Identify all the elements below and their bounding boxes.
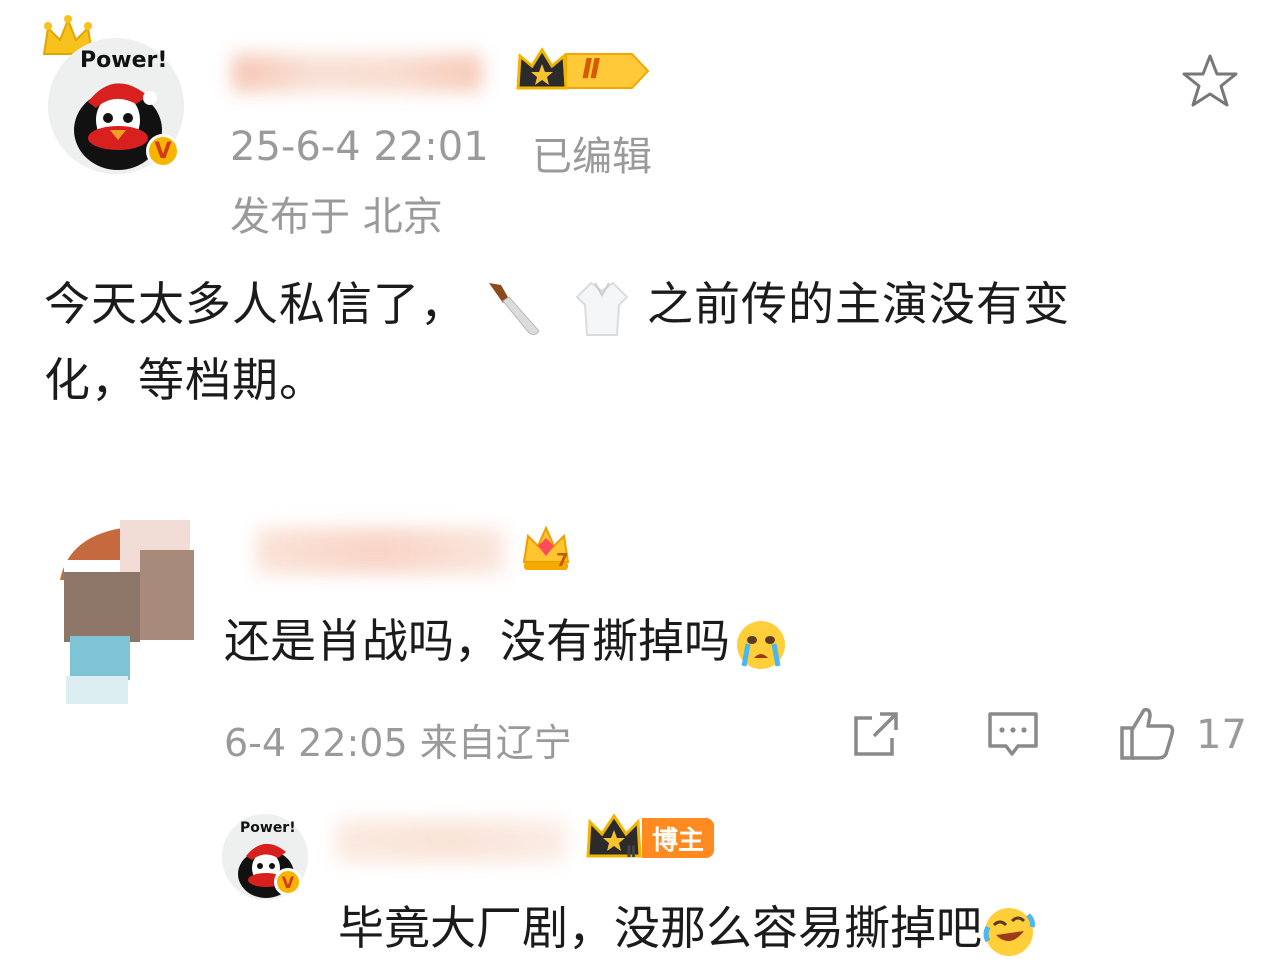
reply-comment-icon[interactable] (986, 708, 1040, 762)
reply-author-name-blurred[interactable] (336, 820, 566, 862)
reply-body: 毕竟大厂剧，没那么容易撕掉吧 (338, 892, 1036, 959)
commenter-avatar-mosaic[interactable] (30, 520, 200, 710)
vip-level-number: Ⅱ (582, 52, 601, 85)
svip-level-number: 7 (556, 550, 569, 571)
crying-face-emoji-icon (734, 618, 788, 672)
laughing-tears-emoji-icon (982, 905, 1036, 959)
reply-text: 毕竟大厂剧，没那么容易撕掉吧 (338, 901, 982, 955)
blogger-tag-badge: 博主 (642, 818, 714, 858)
comment-body: 还是肖战吗，没有撕掉吗 (224, 605, 788, 672)
reply-vip-level-number: Ⅱ (626, 842, 637, 861)
like-thumb-icon[interactable] (1118, 704, 1176, 762)
post-text-part1: 今天太多人私信了， (44, 277, 467, 331)
post-edited-label[interactable]: 已编辑 (532, 124, 652, 182)
shirt-emoji-icon (571, 277, 633, 339)
verified-v-icon: V (146, 134, 180, 168)
comment-time-location: 6-4 22:05 来自辽宁 (224, 721, 572, 765)
like-count: 17 (1196, 712, 1247, 758)
post-author-name-blurred[interactable] (232, 54, 482, 92)
reply-avatar-power-label: Power! (240, 820, 296, 836)
commenter-name-blurred[interactable] (256, 528, 504, 574)
post-timestamp: 25-6-4 22:01 (230, 124, 489, 170)
comment-text: 还是肖战吗，没有撕掉吗 (224, 614, 730, 668)
post-text-part2: 之前传的主演没有变 (647, 277, 1070, 331)
post-text-line2: 化，等档期。 (44, 353, 326, 407)
post-location: 发布于 北京 (230, 194, 443, 240)
share-icon[interactable] (850, 708, 904, 762)
reply-verified-v-icon: V (274, 868, 302, 896)
knife-emoji-icon (481, 277, 543, 339)
post-body: 今天太多人私信了， 之前传的主演没有变 化，等档期。 (44, 266, 1234, 418)
avatar-power-label: Power! (80, 48, 168, 73)
favorite-star-icon[interactable] (1180, 52, 1240, 110)
